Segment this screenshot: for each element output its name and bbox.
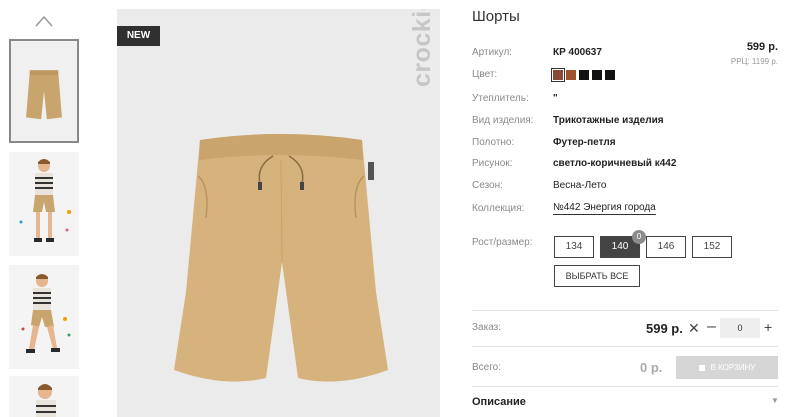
color-label: Цвет: xyxy=(472,69,498,80)
season-value: Весна-Лето xyxy=(553,180,607,191)
size-option-134[interactable]: 134 xyxy=(554,236,594,258)
chevron-up-icon[interactable] xyxy=(34,14,54,28)
pattern-label: Рисунок: xyxy=(472,158,513,169)
article-label: Артикул: xyxy=(472,47,513,58)
color-swatch-5[interactable] xyxy=(605,70,615,80)
collection-link[interactable]: №442 Энергия города xyxy=(553,202,656,215)
color-swatch-1[interactable] xyxy=(551,68,565,82)
fabric-value: Футер-петля xyxy=(553,137,616,148)
brand-logo: crockid xyxy=(407,9,436,87)
collection-label: Коллекция: xyxy=(472,203,525,214)
product-title: Шорты xyxy=(472,8,520,25)
main-product-image[interactable]: NEW crockid xyxy=(117,9,440,417)
new-badge: NEW xyxy=(117,26,160,46)
size-option-152[interactable]: 152 xyxy=(692,236,732,258)
thumbnail-strip xyxy=(0,0,90,417)
thumbnail-model-2[interactable] xyxy=(9,265,79,369)
divider xyxy=(472,346,778,347)
insulation-value: " xyxy=(553,93,558,104)
color-swatch-3[interactable] xyxy=(579,70,589,80)
insulation-label: Утеплитель: xyxy=(472,93,529,104)
season-label: Сезон: xyxy=(472,180,503,191)
article-value: КР 400637 xyxy=(553,47,602,58)
size-option-146[interactable]: 146 xyxy=(646,236,686,258)
add-to-cart-label: В КОРЗИНУ xyxy=(710,363,756,372)
cart-icon xyxy=(698,364,705,371)
thumbnail-model-1[interactable] xyxy=(9,152,79,256)
add-to-cart-button[interactable]: В КОРЗИНУ xyxy=(676,356,778,379)
color-swatch-2[interactable] xyxy=(566,70,576,80)
pattern-value: светло-коричневый к442 xyxy=(553,158,677,169)
total-label: Всего: xyxy=(472,362,501,373)
description-header[interactable]: Описание xyxy=(472,396,526,408)
color-swatches xyxy=(551,68,615,82)
thumbnail-shorts[interactable] xyxy=(9,39,79,143)
divider xyxy=(472,386,778,387)
chevron-down-icon[interactable]: ▼ xyxy=(771,396,779,405)
fabric-label: Полотно: xyxy=(472,137,515,148)
item-type-value: Трикотажные изделия xyxy=(553,115,664,126)
order-label: Заказ: xyxy=(472,322,502,333)
divider xyxy=(472,310,778,311)
color-swatch-4[interactable] xyxy=(592,70,602,80)
select-all-button[interactable]: ВЫБРАТЬ ВСЕ xyxy=(554,265,640,287)
thumbnail-model-3[interactable] xyxy=(9,376,79,417)
product-price: 599 р. xyxy=(746,41,778,53)
quantity-increase-button[interactable]: + xyxy=(764,319,772,335)
total-value: 0 р. xyxy=(640,360,663,375)
quantity-decrease-button[interactable]: – xyxy=(707,318,716,336)
item-type-label: Вид изделия: xyxy=(472,115,534,126)
size-label: Рост/размер: xyxy=(472,237,533,248)
quantity-input[interactable] xyxy=(720,318,760,338)
size-count-badge: 0 xyxy=(632,230,646,244)
shorts-illustration xyxy=(174,134,388,382)
order-price: 599 р. xyxy=(646,321,683,336)
close-icon[interactable]: ✕ xyxy=(688,320,700,337)
recommended-retail-price: РРЦ: 1199 р. xyxy=(730,57,778,66)
